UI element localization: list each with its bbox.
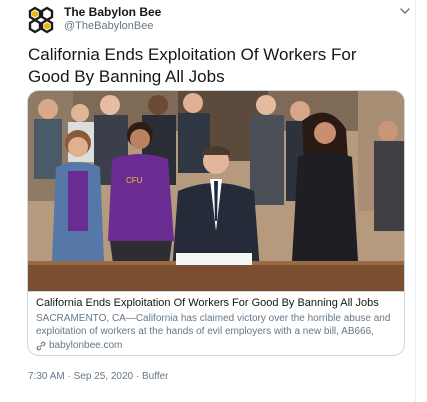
chevron-down-icon[interactable] — [398, 4, 412, 18]
tweet-time[interactable]: 7:30 AM — [28, 371, 65, 382]
card-domain[interactable]: babylonbee.com — [36, 339, 398, 353]
tweet-text: California Ends Exploitation Of Workers … — [28, 45, 357, 86]
author-handle[interactable]: @TheBabylonBee — [64, 19, 161, 33]
shirt-logo-text: CFU — [126, 176, 143, 185]
tweet-container: The Babylon Bee @TheBabylonBee Californi… — [0, 0, 416, 402]
babylon-bee-logo-icon[interactable] — [24, 4, 58, 34]
card-image[interactable]: CFU — [28, 91, 405, 291]
card-description: SACRAMENTO, CA—California has claimed vi… — [36, 313, 391, 337]
tweet-author[interactable]: The Babylon Bee @TheBabylonBee — [64, 6, 161, 33]
tweet-date[interactable]: Sep 25, 2020 — [74, 371, 134, 382]
tweet-header: The Babylon Bee @TheBabylonBee — [24, 4, 412, 34]
link-card[interactable]: CFU California Ends Exploitation Of Work… — [27, 90, 405, 356]
card-title[interactable]: California Ends Exploitation Of Workers … — [36, 296, 398, 310]
tweet-source[interactable]: Buffer — [142, 371, 169, 382]
card-body[interactable]: California Ends Exploitation Of Workers … — [28, 291, 404, 355]
link-icon — [36, 341, 46, 351]
tweet-meta: 7:30 AM · Sep 25, 2020 · Buffer — [28, 371, 168, 382]
author-display-name[interactable]: The Babylon Bee — [64, 6, 161, 19]
card-domain-text[interactable]: babylonbee.com — [49, 339, 122, 353]
